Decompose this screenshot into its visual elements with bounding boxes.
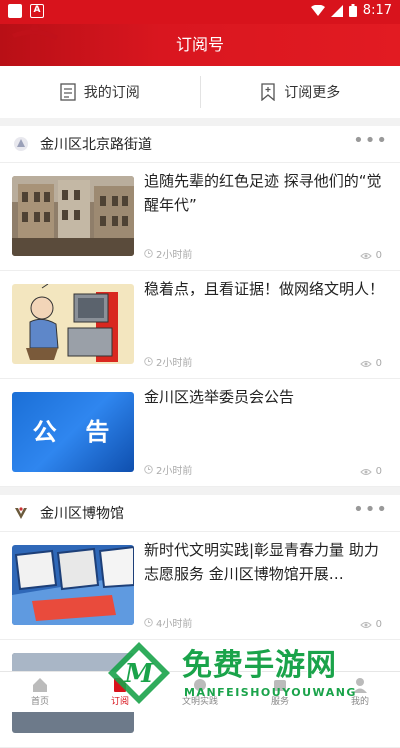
- nav-practice[interactable]: 文明实践: [160, 672, 240, 712]
- practice-icon: [191, 677, 209, 693]
- article-thumbnail: [12, 284, 134, 364]
- publish-time: 2小时前: [144, 246, 192, 261]
- document-icon: [60, 83, 76, 101]
- article-thumbnail: [12, 545, 134, 625]
- clock-icon: [144, 357, 153, 366]
- article-title: 稳着点，且看证据！做网络文明人！: [144, 277, 386, 301]
- clock-icon: [144, 465, 153, 474]
- battery-icon: [349, 4, 357, 17]
- museum-logo-icon: [12, 504, 30, 522]
- eye-icon: [360, 360, 372, 368]
- wifi-icon: [311, 5, 325, 17]
- notification-icon: [8, 4, 22, 18]
- tab-label: 我的订阅: [84, 82, 140, 102]
- section-header[interactable]: 金川区北京路街道 •••: [0, 126, 400, 163]
- time-text: 2小时前: [156, 462, 192, 477]
- time-text: 4小时前: [156, 615, 192, 630]
- views-text: 0: [376, 466, 382, 477]
- nav-subscribe[interactable]: 订阅: [80, 672, 160, 712]
- bottom-navigation: 首页 订阅 文明实践 服务 我的: [0, 671, 400, 712]
- signal-icon: [331, 5, 343, 17]
- article-item[interactable]: 追随先辈的红色足迹 探寻他们的“觉醒年代” 2小时前 0: [0, 163, 400, 271]
- view-count: 0: [360, 250, 382, 261]
- article-thumbnail: [12, 176, 134, 256]
- tab-my-subscriptions[interactable]: 我的订阅: [0, 66, 200, 118]
- separator: [0, 487, 400, 495]
- nav-label: 服务: [271, 694, 289, 707]
- tab-subscribe-more[interactable]: 订阅更多: [201, 66, 400, 118]
- publish-time: 2小时前: [144, 462, 192, 477]
- views-text: 0: [376, 358, 382, 369]
- nav-label: 订阅: [111, 694, 129, 707]
- time-text: 2小时前: [156, 246, 192, 261]
- article-thumbnail: 公 告: [12, 392, 134, 472]
- views-text: 0: [376, 250, 382, 261]
- view-count: 0: [360, 619, 382, 630]
- views-text: 0: [376, 619, 382, 630]
- top-header: 订阅号: [0, 24, 400, 66]
- nav-label: 文明实践: [182, 694, 218, 707]
- article-item[interactable]: 公 告 金川区选举委员会公告 2小时前 0: [0, 379, 400, 487]
- more-options-icon[interactable]: •••: [353, 136, 388, 152]
- clock-icon: [144, 249, 153, 258]
- nav-home[interactable]: 首页: [0, 672, 80, 712]
- view-count: 0: [360, 466, 382, 477]
- article-title: 追随先辈的红色足迹 探寻他们的“觉醒年代”: [144, 169, 386, 217]
- article-item[interactable]: 稳着点，且看证据！做网络文明人！ 2小时前 0: [0, 271, 400, 379]
- service-icon: [271, 677, 289, 693]
- section-header[interactable]: 金川区博物馆 •••: [0, 495, 400, 532]
- time-text: 2小时前: [156, 354, 192, 369]
- bookmark-add-icon: [260, 83, 276, 101]
- subscription-feed: 金川区北京路街道 ••• 追随先辈的红色足迹: [0, 126, 400, 748]
- eye-icon: [360, 252, 372, 260]
- nav-profile[interactable]: 我的: [320, 672, 400, 712]
- separator: [0, 118, 400, 126]
- huabiao-decoration-icon: [0, 24, 120, 66]
- subscription-tabs: 我的订阅 订阅更多: [0, 66, 400, 119]
- article-title: 新时代文明实践|彰显青春力量 助力志愿服务 金川区博物馆开展…: [144, 538, 386, 586]
- article-item[interactable]: 新时代文明实践|彰显青春力量 助力志愿服务 金川区博物馆开展… 4小时前 0: [0, 532, 400, 640]
- home-icon: [31, 677, 49, 693]
- channel-name: 金川区博物馆: [40, 503, 353, 523]
- article-title: 金川区选举委员会公告: [144, 385, 386, 409]
- channel-name: 金川区北京路街道: [40, 134, 353, 154]
- more-options-icon[interactable]: •••: [353, 505, 388, 521]
- publish-time: 4小时前: [144, 615, 192, 630]
- eye-icon: [360, 468, 372, 476]
- status-bar: A 8:17: [0, 0, 400, 24]
- view-count: 0: [360, 358, 382, 369]
- tab-label: 订阅更多: [284, 82, 340, 102]
- channel-logo-icon: [12, 135, 30, 153]
- nav-service[interactable]: 服务: [240, 672, 320, 712]
- status-time: 8:17: [363, 3, 392, 18]
- nav-label: 首页: [31, 694, 49, 707]
- publish-time: 2小时前: [144, 354, 192, 369]
- profile-icon: [351, 677, 369, 693]
- app-notification-icon: A: [30, 4, 44, 18]
- nav-label: 我的: [351, 694, 369, 707]
- clock-icon: [144, 618, 153, 627]
- eye-icon: [360, 621, 372, 629]
- thumbnail-text: 公 告: [12, 392, 134, 472]
- subscribe-icon: [111, 677, 129, 693]
